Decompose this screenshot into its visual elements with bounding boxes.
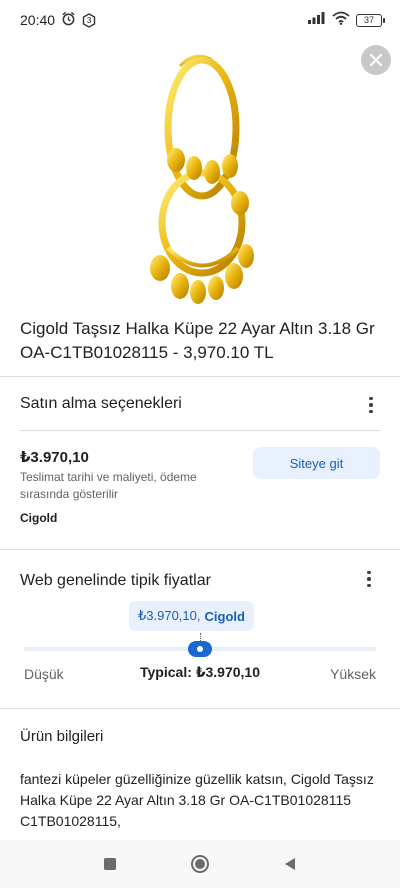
divider	[0, 708, 400, 709]
wifi-icon	[332, 11, 350, 30]
product-description: fantezi küpeler güzelliğinize güzellik k…	[20, 771, 374, 829]
back-button[interactable]	[280, 854, 300, 874]
divider	[20, 430, 380, 431]
product-info-heading: Ürün bilgileri	[20, 728, 104, 745]
notification-badge-icon: 3	[82, 12, 96, 28]
price-range-knob[interactable]	[188, 641, 212, 657]
seller-name: Cigold	[20, 511, 58, 525]
battery-icon: 37	[356, 13, 385, 27]
divider	[0, 376, 400, 377]
product-title: Cigold Taşsız Halka Küpe 22 Ayar Altın 3…	[20, 319, 375, 362]
high-price-label: Yüksek	[330, 666, 376, 682]
notification-count: 3	[86, 15, 92, 25]
tooltip-seller: Cigold	[204, 608, 245, 624]
close-icon	[369, 53, 383, 67]
signal-icon	[308, 11, 326, 29]
home-button[interactable]	[190, 854, 210, 874]
knob-dot	[197, 646, 203, 652]
back-triangle-icon	[285, 858, 295, 870]
divider	[0, 549, 400, 550]
offer-price: ₺3.970,10	[20, 449, 89, 466]
product-image[interactable]	[140, 48, 260, 306]
gold-hoop-earring-image	[150, 54, 254, 304]
typical-prices-heading: Web genelinde tipik fiyatlar	[20, 572, 211, 589]
square-icon	[104, 858, 116, 870]
visit-site-button[interactable]: Siteye git	[253, 447, 380, 479]
more-options-icon[interactable]	[361, 395, 381, 415]
status-time: 20:40	[20, 12, 56, 28]
tooltip-price: ₺3.970,10,	[138, 608, 201, 623]
close-button[interactable]	[361, 45, 391, 75]
delivery-note: Teslimat tarihi ve maliyeti, ödeme sıras…	[20, 470, 197, 501]
recent-apps-button[interactable]	[100, 854, 120, 874]
status-bar: 20:40 3 37	[0, 0, 400, 40]
status-left: 20:40 3	[20, 11, 96, 29]
alarm-icon	[61, 11, 76, 29]
status-right: 37	[308, 11, 385, 30]
home-circle-icon	[191, 855, 209, 873]
more-options-icon[interactable]	[359, 569, 379, 589]
price-tooltip: ₺3.970,10, Cigold	[129, 601, 254, 631]
navigation-bar	[0, 840, 400, 888]
purchase-options-heading: Satın alma seçenekleri	[20, 395, 182, 412]
